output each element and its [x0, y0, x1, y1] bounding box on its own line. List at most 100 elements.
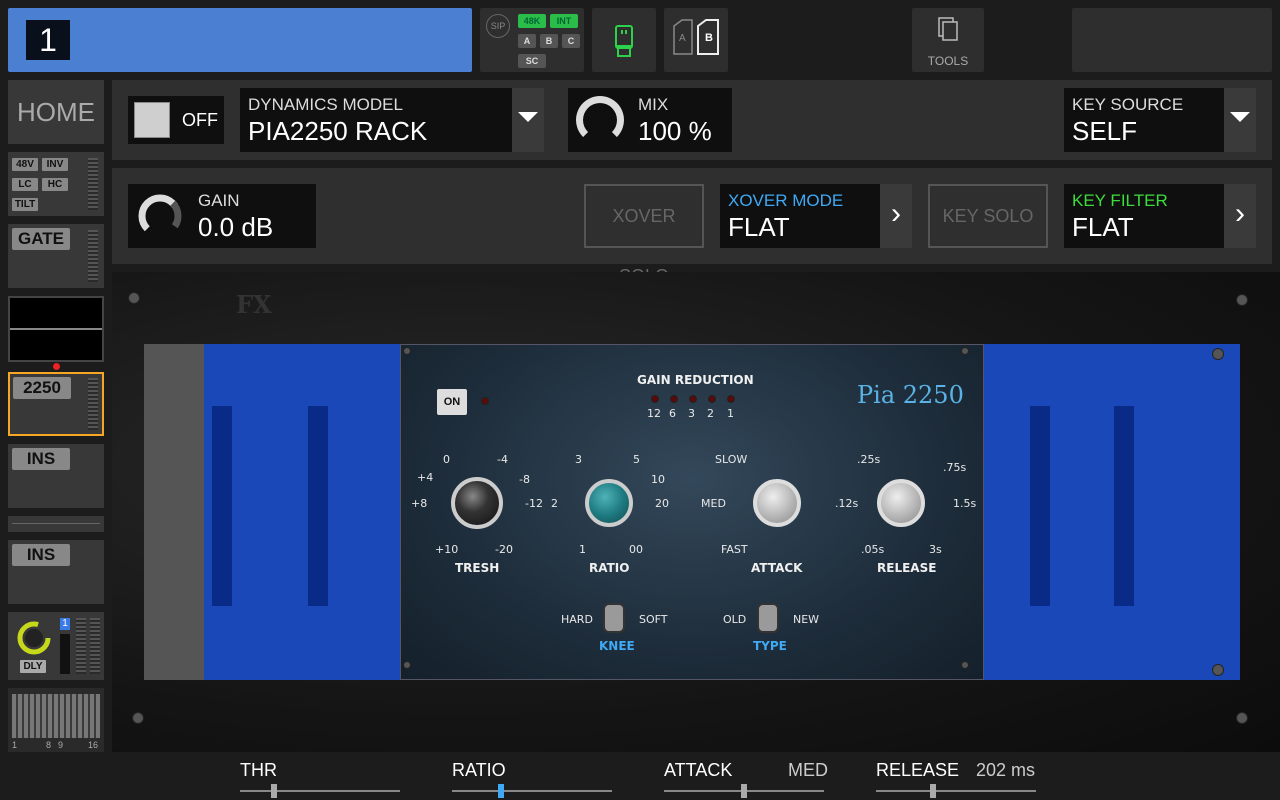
key-source-dropdown[interactable]: KEY SOURCE SELF [1064, 88, 1256, 152]
ratio-tick-3: 3 [575, 453, 582, 466]
type-toggle-switch[interactable] [757, 603, 779, 633]
dynamics-model-dropdown-button[interactable] [512, 88, 544, 152]
knee-soft-label: SOFT [639, 613, 668, 626]
tag-sc: SC [518, 54, 546, 68]
gate-meter [88, 230, 98, 282]
screw-icon [128, 292, 140, 304]
mix-control[interactable]: MIX 100 % [568, 88, 732, 152]
chevron-right-icon[interactable]: › [880, 184, 912, 248]
ratio-knob[interactable] [585, 479, 633, 527]
dynamics-subheader-row: GAIN 0.0 dB XOVER SOLO XOVER MODE FLAT ›… [112, 168, 1272, 286]
knee-toggle-switch[interactable] [603, 603, 625, 633]
divider-slot [8, 516, 104, 532]
left-rack-slot [308, 406, 328, 606]
key-source-dropdown-button[interactable] [1224, 88, 1256, 152]
attack-knob[interactable] [753, 479, 801, 527]
release-tick-12: .12s [835, 497, 859, 510]
release-slider[interactable] [876, 784, 1036, 798]
type-label: TYPE [753, 639, 787, 653]
plugin-on-button[interactable]: ON [437, 389, 467, 415]
right-rack-panel [984, 344, 1196, 680]
knee-label: KNEE [599, 639, 635, 653]
delay-block[interactable]: DLY 1 [8, 612, 104, 680]
thr-slider[interactable] [240, 784, 400, 798]
key-filter-selector[interactable]: KEY FILTER FLAT › [1064, 184, 1256, 248]
ratio-tick-20: 20 [655, 497, 669, 510]
dynamics-model-value: PIA2250 RACK [248, 116, 428, 146]
tresh-tick-0: 0 [443, 453, 450, 466]
input-block[interactable]: 48V INV LC HC TILT [8, 152, 104, 216]
chevron-right-icon[interactable]: › [1224, 184, 1256, 248]
meter-label-16: 16 [88, 740, 99, 750]
release-param-label: RELEASE [876, 760, 960, 780]
eq-block[interactable] [8, 296, 104, 362]
tresh-tick-p4: +4 [417, 471, 434, 484]
thr-slider-handle[interactable] [271, 784, 277, 798]
pia2250-panel: ON GAIN REDUCTION 12 6 3 2 1 Pia 2250 0 … [400, 344, 984, 680]
meter-label-1: 1 [12, 740, 18, 750]
routing-status[interactable]: SIP 48K INT A B C SC [480, 8, 584, 72]
mini-meter-bars [12, 694, 100, 738]
bottom-parameter-bar: THR RATIO ATTACK MED RELEASE 202 ms [0, 752, 1280, 800]
home-button[interactable]: HOME [8, 80, 104, 144]
type-new-label: NEW [793, 613, 820, 626]
tresh-tick-p8: +8 [411, 497, 428, 510]
channel-name-box[interactable]: 1 [8, 8, 472, 72]
ratio-param-label: RATIO [452, 760, 506, 780]
attack-slider-handle[interactable] [741, 784, 747, 798]
xover-solo-button[interactable]: XOVER SOLO [584, 184, 704, 286]
tresh-knob[interactable] [451, 477, 503, 529]
ratio-label: RATIO [589, 561, 630, 575]
ratio-slider-handle[interactable] [498, 784, 504, 798]
dynamics-block[interactable]: 2250 [8, 372, 104, 436]
key-filter-value: FLAT [1072, 212, 1134, 242]
key-source-label: KEY SOURCE [1072, 95, 1184, 114]
ratio-tick-00: 00 [629, 543, 643, 556]
screw-icon [403, 661, 411, 669]
ab-card-button[interactable]: A B [664, 8, 728, 72]
tresh-tick-m20: -20 [495, 543, 513, 556]
dynamics-on-off-toggle[interactable]: OFF [128, 96, 224, 144]
key-solo-button[interactable]: KEY SOLO [928, 184, 1048, 248]
gr-led [651, 395, 659, 403]
gain-label: GAIN [198, 191, 240, 210]
gr-scale-1: 1 [727, 407, 734, 420]
tools-button[interactable]: TOOLS [912, 8, 984, 72]
gain-reduction-label: GAIN REDUCTION [637, 373, 754, 387]
usb-button[interactable] [592, 8, 656, 72]
tag-inv: INV [42, 158, 68, 171]
ratio-slider[interactable] [452, 784, 612, 798]
dynamics-model-dropdown[interactable]: DYNAMICS MODEL PIA2250 RACK [240, 88, 544, 152]
xover-mode-value: FLAT [728, 212, 790, 242]
gate-block[interactable]: GATE [8, 224, 104, 288]
sip-indicator: SIP [486, 14, 510, 38]
gr-scale-12: 12 [647, 407, 661, 420]
insert2-block[interactable]: INS [8, 540, 104, 604]
delay-label: DLY [20, 660, 46, 673]
release-tick-25: .25s [857, 453, 881, 466]
release-knob[interactable] [877, 479, 925, 527]
attack-slider[interactable] [664, 784, 824, 798]
delay-meter-1 [76, 618, 86, 674]
gain-control[interactable]: GAIN 0.0 dB [128, 184, 316, 248]
insert1-block[interactable]: INS [8, 444, 104, 508]
xover-mode-selector[interactable]: XOVER MODE FLAT › [720, 184, 912, 248]
top-right-slot[interactable] [1072, 8, 1272, 72]
tag-tilt: TILT [12, 198, 38, 211]
gain-value: 0.0 dB [198, 212, 274, 242]
mini-meters[interactable]: 1 8 9 16 [8, 688, 104, 752]
knee-hard-label: HARD [561, 613, 593, 626]
release-slider-handle[interactable] [930, 784, 936, 798]
attack-tick-slow: SLOW [715, 453, 748, 466]
top-bar: 1 SIP 48K INT A B C SC A B TOOLS [0, 0, 1280, 76]
meter-label-9: 9 [58, 740, 64, 750]
gr-scale-2: 2 [707, 407, 714, 420]
input-meter [88, 158, 98, 210]
release-label: RELEASE [877, 561, 937, 575]
gr-scale-3: 3 [688, 407, 695, 420]
tag-b: B [540, 34, 558, 48]
ratio-tick-10: 10 [651, 473, 665, 486]
left-rack-panel [204, 344, 400, 680]
meter-label-8: 8 [46, 740, 52, 750]
tag-48v: 48V [12, 158, 38, 171]
